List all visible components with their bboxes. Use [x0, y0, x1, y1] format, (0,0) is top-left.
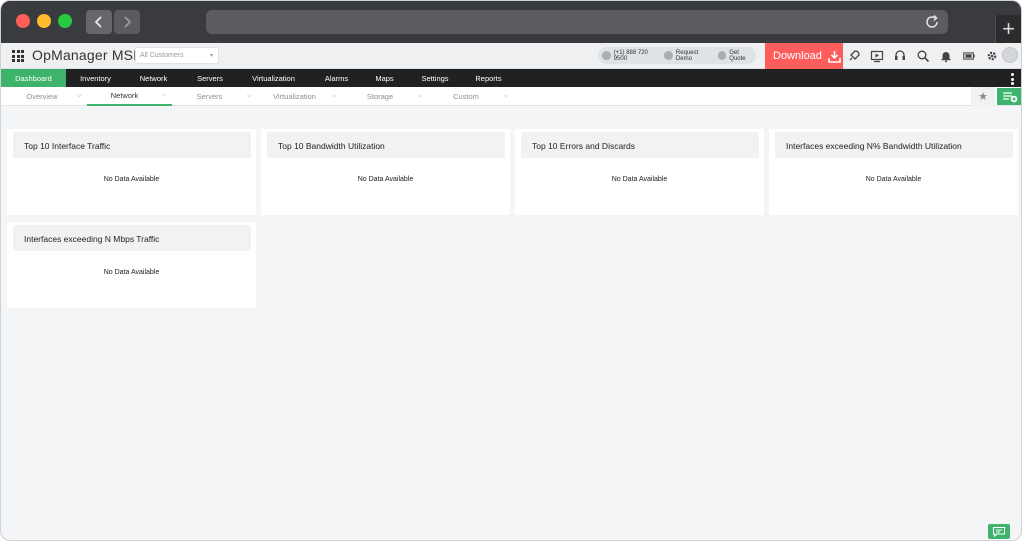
caret-down-icon: ▾ [209, 53, 213, 59]
widget-top-interface-traffic: Top 10 Interface Traffic No Data Availab… [7, 129, 256, 215]
tab-dashboard[interactable]: Dashboard [1, 69, 66, 87]
more-options-icon[interactable] [1011, 73, 1014, 85]
gear-icon[interactable] [985, 49, 999, 63]
subtab-label: Overview [26, 92, 58, 101]
address-bar[interactable] [206, 10, 948, 34]
subtab-servers[interactable]: Servers ⌵ [172, 87, 257, 106]
subtab-virtualization[interactable]: Virtualization ⌵ [257, 87, 342, 106]
chat-icon [992, 526, 1006, 537]
quote-icon [717, 51, 727, 60]
tab-inventory[interactable]: Inventory [66, 69, 125, 87]
download-icon [828, 50, 841, 63]
chevron-down-icon[interactable]: ⌵ [504, 93, 514, 100]
new-tab-button[interactable]: + [995, 15, 1021, 43]
widget-top-errors-discards: Top 10 Errors and Discards No Data Avail… [515, 129, 764, 215]
customer-select-value: All Customers [140, 52, 184, 59]
tab-servers[interactable]: Servers [182, 69, 238, 87]
no-data-message: No Data Available [611, 176, 668, 183]
no-data-message: No Data Available [103, 176, 160, 183]
tab-settings[interactable]: Settings [405, 69, 465, 87]
widget-interfaces-exceeding-mbps: Interfaces exceeding N Mbps Traffic No D… [7, 222, 256, 308]
tab-maps[interactable]: Maps [364, 69, 405, 87]
widget-title[interactable]: Top 10 Interface Traffic [13, 132, 251, 158]
maximize-window-button[interactable] [58, 14, 72, 28]
subtab-label: Custom [453, 92, 479, 101]
contact-pill: (+1) 888 720 9500 Request Demo Get Quote [598, 47, 756, 64]
main-nav: Dashboard Inventory Network Servers Virt… [1, 69, 1021, 87]
no-data-message: No Data Available [865, 176, 922, 183]
subtab-network[interactable]: Network ⌵ [87, 87, 172, 106]
no-data-message: No Data Available [103, 269, 160, 276]
sub-nav: Overview ⌵ Network ⌵ Servers ⌵ Virtualiz… [1, 87, 1021, 106]
chevron-down-icon[interactable]: ⌵ [418, 93, 428, 100]
video-icon[interactable] [870, 49, 884, 63]
widget-title[interactable]: Interfaces exceeding N Mbps Traffic [13, 225, 251, 251]
chevron-right-icon [124, 16, 132, 28]
header-icons [847, 49, 999, 63]
phone-icon [602, 51, 611, 60]
search-icon[interactable] [916, 49, 930, 63]
chat-button[interactable] [988, 524, 1010, 539]
download-button[interactable]: Download [765, 43, 843, 69]
tab-virtualization[interactable]: Virtualization [238, 69, 309, 87]
customer-select[interactable]: All Customers ▾ [135, 47, 219, 64]
chevron-down-icon[interactable]: ⌵ [332, 93, 342, 100]
battery-icon[interactable] [962, 49, 976, 63]
subtab-storage[interactable]: Storage ⌵ [342, 87, 428, 106]
chevron-down-icon[interactable]: ⌵ [247, 93, 257, 100]
get-quote-link[interactable]: Get Quote [729, 50, 756, 62]
request-demo-link[interactable]: Request Demo [676, 50, 715, 62]
back-button[interactable] [86, 10, 112, 34]
widget-title[interactable]: Interfaces exceeding N% Bandwidth Utiliz… [775, 132, 1013, 158]
widget-title[interactable]: Top 10 Bandwidth Utilization [267, 132, 505, 158]
subtab-overview[interactable]: Overview ⌵ [1, 87, 87, 106]
plus-icon: + [1002, 16, 1015, 41]
dashboard-content: Top 10 Interface Traffic No Data Availab… [1, 106, 1021, 540]
tab-network[interactable]: Network [125, 69, 182, 87]
add-widget-icon [1003, 91, 1018, 102]
avatar[interactable] [1002, 47, 1018, 63]
chevron-down-icon[interactable]: ⌵ [162, 92, 172, 99]
no-data-message: No Data Available [357, 176, 414, 183]
browser-toolbar: + [1, 1, 1021, 43]
subtab-custom[interactable]: Custom ⌵ [428, 87, 514, 106]
download-label: Download [773, 50, 822, 62]
rocket-icon[interactable] [847, 49, 861, 63]
headset-icon[interactable] [893, 49, 907, 63]
add-widget-button[interactable] [997, 88, 1021, 105]
phone-number[interactable]: (+1) 888 720 9500 [614, 50, 662, 62]
widget-top-bandwidth-utilization: Top 10 Bandwidth Utilization No Data Ava… [261, 129, 510, 215]
subtab-label: Servers [196, 92, 223, 101]
subtab-label: Network [110, 91, 139, 100]
browser-window: + OpManager MSP All Customers ▾ (+1) 888… [0, 0, 1022, 541]
app-grid-icon[interactable] [12, 50, 24, 62]
widget-interfaces-exceeding-bandwidth: Interfaces exceeding N% Bandwidth Utiliz… [769, 129, 1018, 215]
widget-title[interactable]: Top 10 Errors and Discards [521, 132, 759, 158]
bell-icon[interactable] [939, 49, 953, 63]
tab-alarms[interactable]: Alarms [309, 69, 364, 87]
brand-title: OpManager MSP [32, 47, 143, 63]
subtab-label: Storage [366, 92, 394, 101]
tab-reports[interactable]: Reports [465, 69, 512, 87]
globe-icon [664, 51, 673, 60]
forward-button[interactable] [114, 10, 140, 34]
favorite-star-icon[interactable]: ★ [971, 87, 995, 106]
close-window-button[interactable] [16, 14, 30, 28]
subtab-label: Virtualization [273, 92, 316, 101]
minimize-window-button[interactable] [37, 14, 51, 28]
chevron-left-icon [94, 16, 102, 28]
app-header: OpManager MSP All Customers ▾ (+1) 888 7… [1, 43, 1021, 69]
reload-icon[interactable] [924, 14, 940, 30]
chevron-down-icon[interactable]: ⌵ [77, 93, 87, 100]
